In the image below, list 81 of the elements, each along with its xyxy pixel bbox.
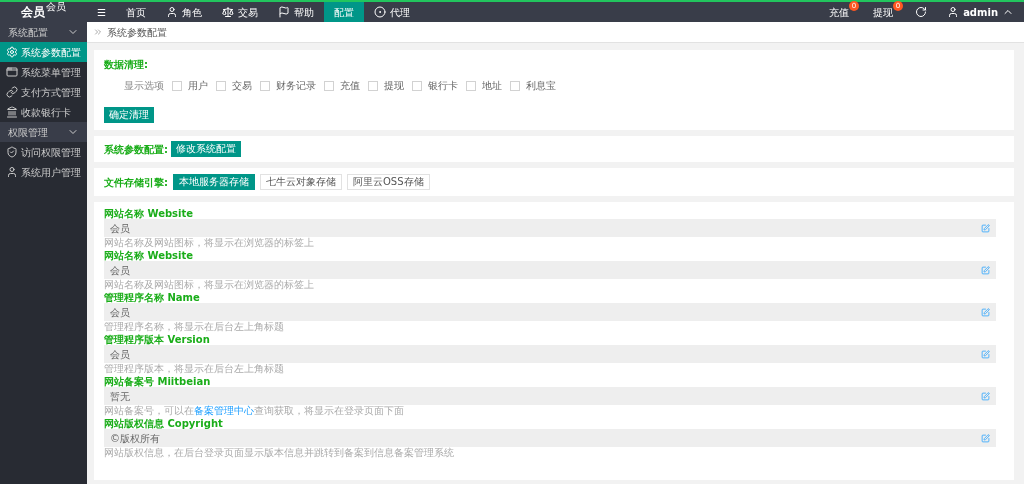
checkbox[interactable] <box>216 80 226 91</box>
sidebar-item[interactable]: 系统参数配置 <box>0 42 87 62</box>
options-label: 显示选项 <box>124 79 164 93</box>
window-icon <box>6 66 18 78</box>
nav-tab[interactable]: 交易 <box>211 2 268 22</box>
input-field[interactable]: 会员 <box>104 303 996 321</box>
field-label: 网站备案号 Miitbeian <box>104 376 212 387</box>
nav-tab[interactable]: 配置 <box>323 2 364 22</box>
input-field[interactable]: 会员 <box>104 219 996 237</box>
checkbox-label: 财务记录 <box>276 79 316 93</box>
confirm-cleanup-button[interactable]: 确定清理 <box>104 107 154 123</box>
sidebar-group[interactable]: 权限管理 <box>0 122 87 142</box>
field-hint: 网站名称及网站图标，将显示在浏览器的标签上 <box>104 279 315 290</box>
field-hint: 网站备案号，可以在备案管理中心查询获取，将显示在登录页面下面 <box>104 405 405 416</box>
edit-icon <box>981 223 990 233</box>
field-hint: 网站名称及网站图标，将显示在浏览器的标签上 <box>104 237 315 248</box>
checkbox[interactable] <box>172 80 182 91</box>
checkbox-label: 银行卡 <box>428 79 458 93</box>
refresh-icon <box>915 6 928 18</box>
edit-icon <box>981 307 990 317</box>
checkbox-label: 充值 <box>340 79 360 93</box>
sidebar-group[interactable]: 系统配置 <box>0 22 87 42</box>
nav-tab[interactable]: 代理 <box>363 2 420 22</box>
field-hint: 网站版权信息，在后台登录页面显示版本信息并跳转到备案到信息备案管理系统 <box>104 447 455 458</box>
link-icon <box>6 86 18 98</box>
breadcrumb: 系统参数配置 <box>107 25 167 40</box>
user-menu[interactable]: admin <box>937 2 1024 22</box>
input-field[interactable]: ©版权所有 <box>104 429 996 447</box>
sidebar-item[interactable]: 支付方式管理 <box>0 82 87 102</box>
checkbox-label: 地址 <box>482 79 502 93</box>
edit-icon <box>981 349 990 359</box>
storage-option[interactable]: 阿里云OSS存储 <box>347 174 430 190</box>
checkbox[interactable] <box>412 80 422 91</box>
checkbox-label: 交易 <box>232 79 252 93</box>
section-title: 文件存储引擎: <box>104 175 168 190</box>
user-icon <box>6 166 18 178</box>
section-title: 数据清理: <box>104 58 149 72</box>
edit-icon <box>981 265 990 275</box>
checkbox-label: 用户 <box>188 79 208 93</box>
scale-icon <box>221 6 234 18</box>
field-label: 管理程序版本 Version <box>104 334 211 345</box>
edit-icon <box>981 391 990 401</box>
gear-icon <box>6 46 18 58</box>
nav-tab[interactable]: 帮助 <box>267 2 324 22</box>
shield-icon <box>6 146 18 158</box>
checkbox[interactable] <box>324 80 334 91</box>
field-label: 网站名称 Website <box>104 208 195 219</box>
circle-icon <box>373 6 386 18</box>
checkbox[interactable] <box>368 80 378 91</box>
nav-tab[interactable]: 首页 <box>115 2 156 22</box>
storage-option[interactable]: 本地服务器存储 <box>173 174 255 190</box>
checkbox[interactable] <box>466 80 476 91</box>
sidebar-item[interactable]: 收款银行卡 <box>0 102 87 122</box>
section-title: 系统参数配置: <box>104 142 168 157</box>
user-icon <box>947 6 960 18</box>
chevrons-icon <box>93 27 103 37</box>
checkbox-label: 提现 <box>384 79 404 93</box>
bank-icon <box>6 106 18 118</box>
nav-tab[interactable]: 角色 <box>155 2 212 22</box>
checkbox-label: 利息宝 <box>526 79 556 93</box>
edit-config-button[interactable]: 修改系统配置 <box>171 141 241 157</box>
checkbox[interactable] <box>260 80 270 91</box>
logo-superscript: 会员 <box>46 2 66 12</box>
input-field[interactable]: 会员 <box>104 345 996 363</box>
field-label: 管理程序名称 Name <box>104 292 201 303</box>
logo-title: 会员 <box>21 4 45 21</box>
edit-icon <box>981 433 990 443</box>
field-label: 网站版权信息 Copyright <box>104 418 224 429</box>
sidebar-item[interactable]: 系统用户管理 <box>0 162 87 182</box>
checkbox[interactable] <box>510 80 520 91</box>
flag-icon <box>277 6 290 18</box>
input-field[interactable]: 暂无 <box>104 387 996 405</box>
storage-option[interactable]: 七牛云对象存储 <box>260 174 342 190</box>
field-label: 网站名称 Website <box>104 250 195 261</box>
sidebar-item[interactable]: 系统菜单管理 <box>0 62 87 82</box>
field-hint: 管理程序版本，将显示在后台左上角标题 <box>104 363 285 374</box>
input-field[interactable]: 会员 <box>104 261 996 279</box>
sidebar-item[interactable]: 访问权限管理 <box>0 142 87 162</box>
field-hint: 管理程序名称，将显示在后台左上角标题 <box>104 321 285 332</box>
user-icon <box>165 6 178 18</box>
menu-button[interactable]: ☰ <box>87 2 116 22</box>
